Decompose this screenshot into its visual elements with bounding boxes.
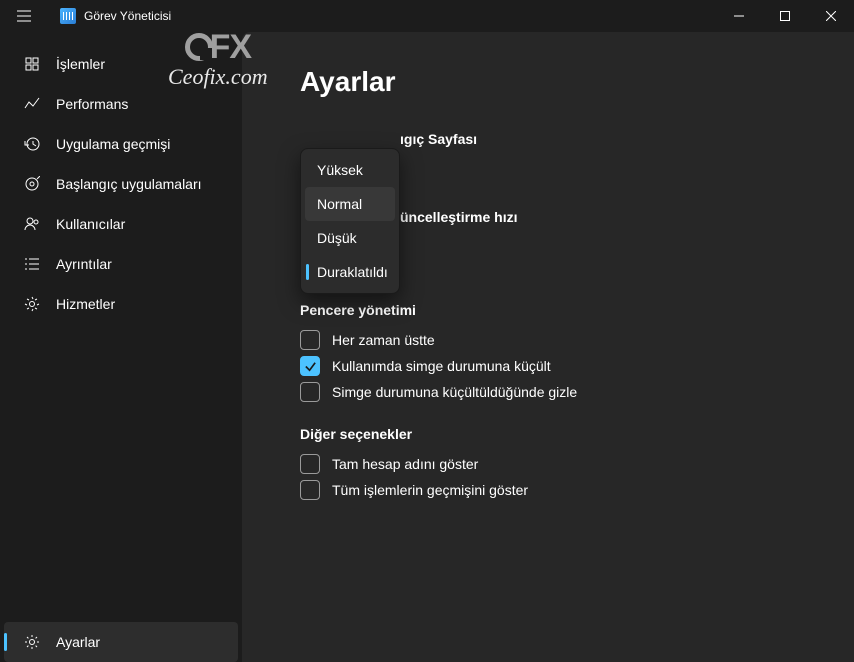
window-title: Görev Yöneticisi <box>84 9 171 23</box>
sidebar-item-label: Hizmetler <box>56 296 115 312</box>
other-options-heading: Diğer seçenekler <box>300 426 854 442</box>
checkbox-always-on-top[interactable]: Her zaman üstte <box>300 330 854 350</box>
sidebar-item-label: Ayarlar <box>56 634 100 650</box>
page-title: Ayarlar <box>300 66 854 98</box>
performance-icon <box>24 96 40 112</box>
checkbox-label: Tam hesap adını göster <box>332 456 478 472</box>
services-icon <box>24 296 40 312</box>
close-button[interactable] <box>808 0 854 32</box>
gear-icon <box>24 634 40 650</box>
users-icon <box>24 216 40 232</box>
sidebar-item-label: İşlemler <box>56 56 105 72</box>
update-speed-dropdown: Yüksek Normal Düşük Duraklatıldı <box>300 148 400 294</box>
sidebar-item-label: Performans <box>56 96 128 112</box>
window-controls <box>716 0 854 32</box>
dropdown-item-normal[interactable]: Normal <box>305 187 395 221</box>
sidebar-item-settings[interactable]: Ayarlar <box>4 622 238 662</box>
checkbox-label: Simge durumuna küçültüldüğünde gizle <box>332 384 577 400</box>
sidebar-item-label: Uygulama geçmişi <box>56 136 170 152</box>
realtime-update-speed-label: üncelleştirme hızı <box>400 209 517 225</box>
sidebar-item-app-history[interactable]: Uygulama geçmişi <box>4 124 238 164</box>
default-start-page-label: ıgıç Sayfası <box>400 131 477 147</box>
sidebar-item-users[interactable]: Kullanıcılar <box>4 204 238 244</box>
app-icon <box>60 8 76 24</box>
history-icon <box>24 136 40 152</box>
sidebar-item-startup-apps[interactable]: Başlangıç uygulamaları <box>4 164 238 204</box>
sidebar-item-processes[interactable]: İşlemler <box>4 44 238 84</box>
sidebar: İşlemler Performans Uygulama geçmişi Baş… <box>0 32 242 662</box>
titlebar: Görev Yöneticisi <box>0 0 854 32</box>
dropdown-item-label: Normal <box>317 196 362 212</box>
checkbox-label: Tüm işlemlerin geçmişini göster <box>332 482 528 498</box>
details-icon <box>24 256 40 272</box>
minimize-button[interactable] <box>716 0 762 32</box>
hamburger-menu-button[interactable] <box>0 0 48 32</box>
sidebar-item-label: Ayrıntılar <box>56 256 112 272</box>
checkbox-icon <box>300 356 320 376</box>
checkbox-label: Her zaman üstte <box>332 332 435 348</box>
dropdown-item-label: Düşük <box>317 230 357 246</box>
checkbox-full-account-name[interactable]: Tam hesap adını göster <box>300 454 854 474</box>
dropdown-item-high[interactable]: Yüksek <box>305 153 395 187</box>
maximize-button[interactable] <box>762 0 808 32</box>
processes-icon <box>24 56 40 72</box>
settings-page: Ayarlar ıgıç Sayfası üncelleştirme hızı … <box>242 32 854 662</box>
dropdown-item-label: Yüksek <box>317 162 363 178</box>
sidebar-item-label: Kullanıcılar <box>56 216 125 232</box>
checkbox-hide-when-minimized[interactable]: Simge durumuna küçültüldüğünde gizle <box>300 382 854 402</box>
checkbox-minimize-on-use[interactable]: Kullanımda simge durumuna küçült <box>300 356 854 376</box>
dropdown-item-paused[interactable]: Duraklatıldı <box>305 255 395 289</box>
sidebar-item-details[interactable]: Ayrıntılar <box>4 244 238 284</box>
checkbox-icon <box>300 454 320 474</box>
sidebar-item-performance[interactable]: Performans <box>4 84 238 124</box>
dropdown-item-low[interactable]: Düşük <box>305 221 395 255</box>
sidebar-item-label: Başlangıç uygulamaları <box>56 176 202 192</box>
checkbox-label: Kullanımda simge durumuna küçült <box>332 358 551 374</box>
checkbox-icon <box>300 330 320 350</box>
dropdown-item-label: Duraklatıldı <box>317 264 388 280</box>
startup-icon <box>24 176 40 192</box>
checkbox-all-processes-history[interactable]: Tüm işlemlerin geçmişini göster <box>300 480 854 500</box>
checkbox-icon <box>300 382 320 402</box>
window-management-heading: Pencere yönetimi <box>300 302 854 318</box>
sidebar-item-services[interactable]: Hizmetler <box>4 284 238 324</box>
checkbox-icon <box>300 480 320 500</box>
